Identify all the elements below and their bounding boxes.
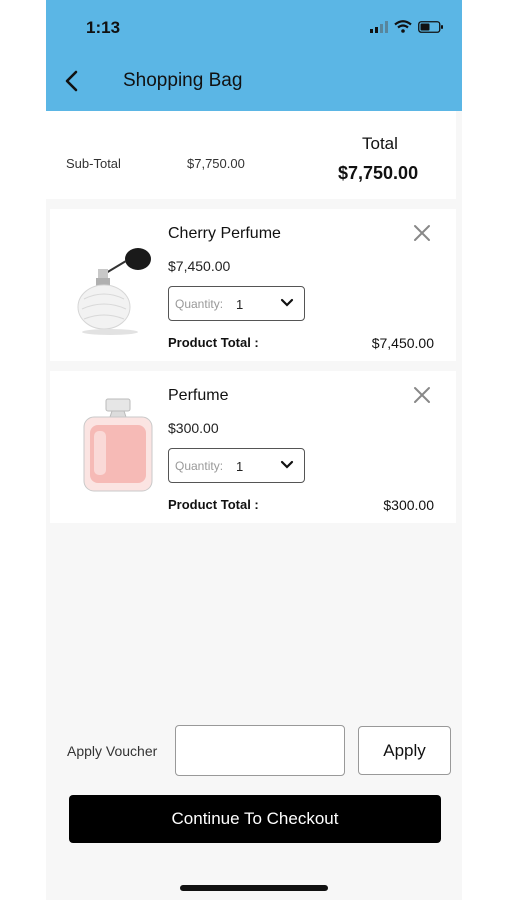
product-total-label: Product Total : bbox=[168, 497, 259, 512]
item-name: Cherry Perfume bbox=[168, 225, 281, 242]
status-icons bbox=[370, 20, 444, 33]
voucher-input[interactable] bbox=[175, 725, 345, 776]
perfume-image bbox=[83, 398, 153, 492]
battery-icon bbox=[418, 20, 443, 33]
voucher-label: Apply Voucher bbox=[67, 743, 158, 759]
quantity-select[interactable]: Quantity: 1 bbox=[168, 448, 305, 483]
wifi-icon bbox=[394, 20, 412, 33]
product-total-label: Product Total : bbox=[168, 335, 259, 350]
quantity-label: Quantity: bbox=[175, 459, 224, 473]
product-total-value: $7,450.00 bbox=[371, 335, 434, 351]
remove-item-icon[interactable] bbox=[412, 223, 432, 243]
item-price: $7,450.00 bbox=[168, 258, 231, 274]
total-label: Total bbox=[362, 134, 398, 153]
back-button[interactable] bbox=[60, 66, 82, 96]
signal-icon bbox=[370, 20, 388, 33]
quantity-value: 1 bbox=[236, 459, 244, 474]
remove-item-icon[interactable] bbox=[412, 385, 432, 405]
home-indicator bbox=[180, 885, 328, 891]
apply-voucher-button[interactable]: Apply bbox=[358, 726, 451, 775]
cart-item: Perfume $300.00 Quantity: 1 Product Tota… bbox=[50, 371, 456, 523]
chevron-down-icon bbox=[280, 298, 294, 307]
continue-to-checkout-button[interactable]: Continue To Checkout bbox=[69, 795, 441, 843]
item-price: $300.00 bbox=[168, 420, 219, 436]
status-time: 1:13 bbox=[86, 18, 121, 37]
product-total-value: $300.00 bbox=[383, 497, 434, 513]
cherry-perfume-image bbox=[77, 248, 151, 335]
header: 1:13 Shopping Bag bbox=[46, 0, 462, 111]
chevron-down-icon bbox=[280, 460, 294, 469]
cart-item: Cherry Perfume $7,450.00 Quantity: 1 Pro… bbox=[50, 209, 456, 361]
order-summary: Sub-Total $7,750.00 Total $7,750.00 bbox=[46, 111, 456, 199]
quantity-select[interactable]: Quantity: 1 bbox=[168, 286, 305, 321]
item-name: Perfume bbox=[168, 387, 229, 404]
quantity-value: 1 bbox=[236, 297, 244, 312]
chevron-left-icon bbox=[65, 70, 78, 92]
phone-screen: 1:13 Shopping Bag Sub-Total $7,750.00 To… bbox=[46, 0, 462, 900]
subtotal-value: $7,750.00 bbox=[187, 156, 245, 171]
total-value: $7,750.00 bbox=[338, 163, 419, 183]
quantity-label: Quantity: bbox=[175, 297, 224, 311]
subtotal-label: Sub-Total bbox=[66, 156, 121, 171]
page-title: Shopping Bag bbox=[123, 70, 243, 91]
